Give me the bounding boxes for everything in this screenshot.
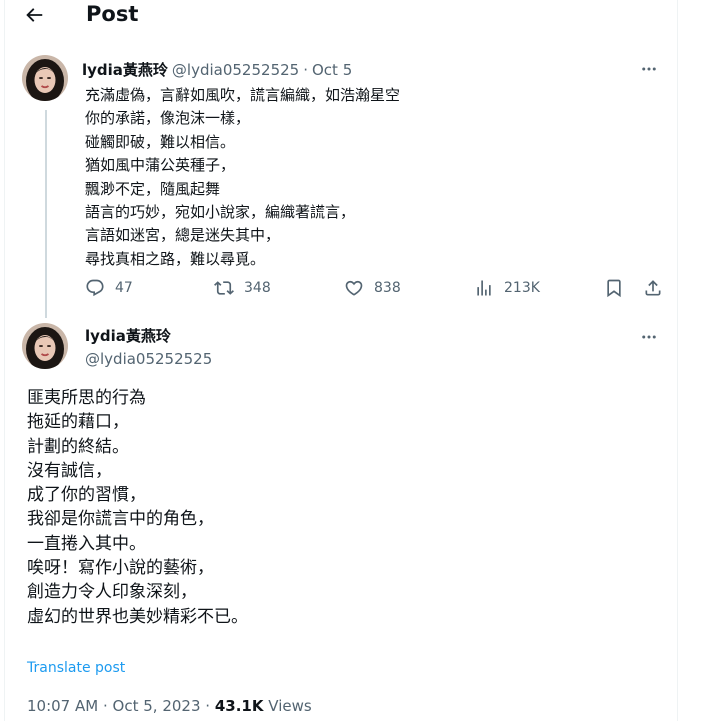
post-text-line: 虛幻的世界也美妙精彩不已。: [27, 606, 248, 627]
analytics-icon: [477, 280, 491, 296]
reply-icon: [86, 279, 104, 297]
repost-count: 348: [244, 280, 271, 296]
reply-count: 47: [115, 280, 133, 296]
arrow-left-icon: [26, 8, 43, 22]
post-time[interactable]: 10:07 AM: [27, 697, 98, 715]
views-label: Views: [268, 697, 312, 715]
post-text-line: 語言的巧妙，宛如小說家，編織著謊言，: [85, 202, 356, 221]
more-horizontal-icon: [642, 335, 656, 339]
post-text-line: 充滿虛偽，言辭如風吹，謊言編織，如浩瀚星空: [85, 86, 401, 104]
post-text-line: 我卻是你謊言中的角色，: [27, 509, 214, 530]
post-text-line: 碰觸即破，難以相信。: [85, 132, 236, 151]
main-post-text: 匪夷所思的行為 拖延的藉口， 計劃的終結。 沒有誠信， 成了你的習慣， 我卻是你…: [27, 386, 647, 629]
user-handle[interactable]: @lydia05252525: [172, 61, 299, 79]
post-text-line: 你的承諾，像泡沫一樣，: [85, 109, 251, 128]
bookmark-button[interactable]: [604, 276, 624, 300]
profile-photo-icon: [22, 55, 68, 101]
post-text-line: 飄渺不定，隨風起舞: [85, 179, 221, 198]
separator-dot: ·: [205, 697, 211, 715]
views-count: 213K: [504, 280, 540, 296]
separator-dot: ·: [102, 697, 108, 715]
like-button[interactable]: 838: [344, 276, 401, 300]
repost-button[interactable]: 348: [214, 276, 271, 300]
post-text-line: 計劃的終結。: [27, 436, 129, 457]
post-actions: 47 348 838 213K: [85, 276, 670, 300]
post-text-line: 創造力令人印象深刻，: [27, 582, 197, 603]
page-title: Post: [86, 2, 139, 26]
display-name[interactable]: lydia黃燕玲: [82, 59, 168, 80]
post-text-line: 言語如迷宮，總是迷失其中，: [85, 226, 281, 245]
repost-icon: [214, 281, 234, 295]
timeline-column: Post lydia黃燕玲 @lydia05252525 · Oct 5 充滿虛…: [4, 0, 678, 721]
post-text-line: 唉呀！寫作小說的藝術，: [27, 558, 214, 579]
more-horizontal-icon: [642, 67, 656, 71]
post-header: Post: [5, 0, 677, 32]
views-count: 43.1K: [214, 697, 264, 715]
post-text-line: 沒有誠信，: [27, 460, 112, 481]
post-date[interactable]: Oct 5: [312, 61, 352, 79]
post-date[interactable]: Oct 5, 2023: [113, 697, 201, 715]
more-options-button[interactable]: [639, 59, 659, 79]
avatar[interactable]: [22, 55, 68, 101]
post-text-line: 匪夷所思的行為: [27, 388, 146, 408]
post-timestamp-row: 10:07 AM · Oct 5, 2023 · 43.1K Views: [27, 697, 312, 715]
parent-post-text: 充滿虛偽，言辭如風吹，謊言編織，如浩瀚星空 你的承諾，像泡沫一樣， 碰觸即破，難…: [85, 84, 605, 271]
display-name[interactable]: lydia黃燕玲: [85, 325, 171, 347]
back-button[interactable]: [19, 0, 49, 30]
user-handle[interactable]: @lydia05252525: [85, 348, 212, 370]
parent-post-meta: lydia黃燕玲 @lydia05252525 · Oct 5: [82, 59, 352, 79]
share-icon: [645, 280, 661, 296]
post-text-line: 尋找真相之路，難以尋覓。: [85, 249, 266, 268]
reply-button[interactable]: 47: [85, 276, 133, 300]
profile-photo-icon: [22, 323, 68, 369]
post-text-line: 猶如風中蒲公英種子，: [85, 156, 236, 175]
thread-connector: [45, 110, 47, 318]
separator-dot: ·: [303, 61, 308, 79]
post-text-line: 拖延的藉口，: [27, 412, 129, 433]
post-text-line: 一直捲入其中。: [27, 533, 146, 554]
heart-icon: [345, 280, 363, 296]
post-text-line: 成了你的習慣，: [27, 485, 146, 506]
like-count: 838: [374, 280, 401, 296]
translate-post-link[interactable]: Translate post: [27, 660, 125, 676]
share-button[interactable]: [643, 276, 663, 300]
more-options-button[interactable]: [639, 327, 659, 347]
views-button[interactable]: 213K: [474, 276, 540, 300]
bookmark-icon: [607, 279, 621, 298]
avatar[interactable]: [22, 323, 68, 369]
